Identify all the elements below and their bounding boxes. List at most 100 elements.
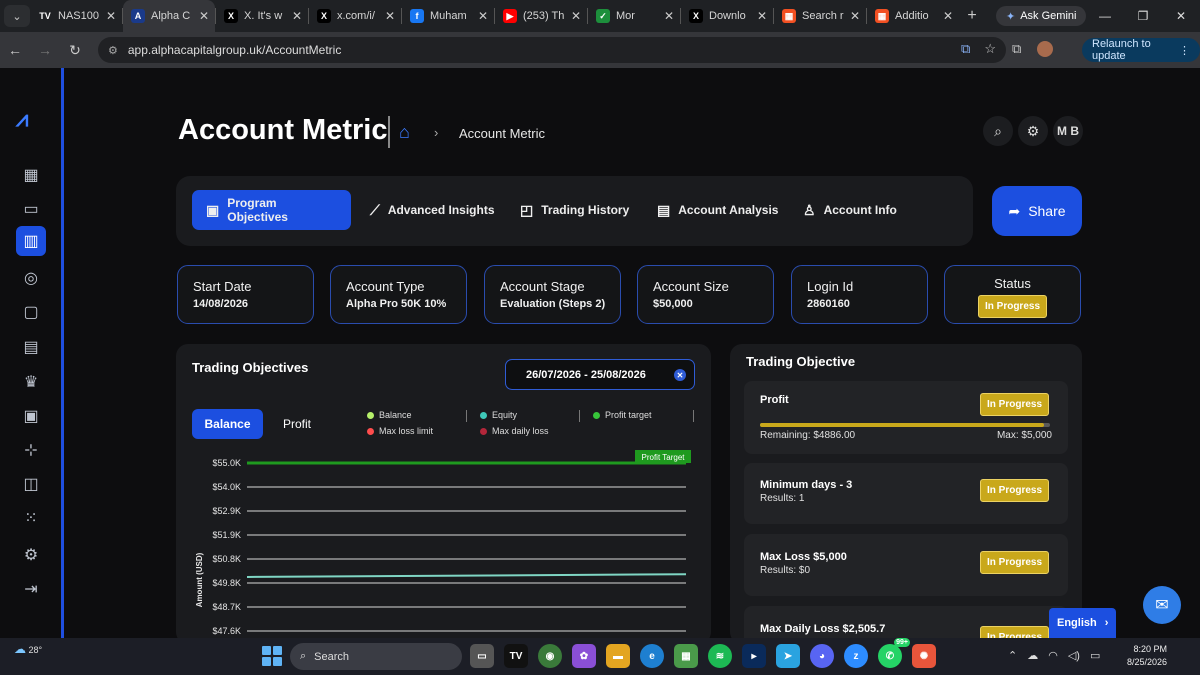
discord-icon[interactable]: ◕ — [810, 644, 834, 668]
info-card-label: Account Type — [346, 279, 425, 294]
forward-arrow-icon[interactable]: → — [30, 42, 60, 58]
tools-icon[interactable]: ◫ — [18, 471, 44, 497]
battery-icon[interactable]: ▭ — [1090, 649, 1100, 662]
profit-progress-bar — [760, 423, 1050, 427]
close-tab-icon[interactable]: ✕ — [757, 9, 767, 23]
program-tab[interactable]: ◰ Trading History — [506, 190, 643, 230]
dashboard-grid-icon[interactable]: ▦ — [18, 162, 44, 188]
browser-tab[interactable]: ✓ Mor ✕ — [588, 0, 680, 32]
weather-widget[interactable]: ☁ 28° — [14, 642, 42, 656]
browser-tab[interactable]: X X. It's w ✕ — [216, 0, 308, 32]
back-arrow-icon[interactable]: ← — [0, 42, 30, 58]
share-button[interactable]: ➦ Share — [992, 186, 1082, 236]
info-card: Login Id 2860160 — [791, 265, 928, 324]
gear-icon[interactable]: ⚙ — [1018, 116, 1048, 146]
powerautomate-icon[interactable]: ▸ — [742, 644, 766, 668]
app-snowflake-icon[interactable]: ✺ — [912, 644, 936, 668]
trophy-icon[interactable]: ♛ — [18, 369, 44, 395]
coins-icon[interactable]: ◎ — [18, 265, 44, 291]
tab-favicon-icon: X — [224, 9, 238, 23]
tab-favicon-glyph: ✓ — [599, 10, 607, 21]
taskbar-clock[interactable]: 8:20 PM 8/25/2026 — [1122, 643, 1167, 669]
volume-icon[interactable]: ◁) — [1068, 649, 1080, 662]
close-tab-icon[interactable]: ✕ — [850, 9, 860, 23]
copilot-icon[interactable]: ✿ — [572, 644, 596, 668]
search-icon[interactable]: ⌕ — [983, 116, 1013, 146]
whatsapp-icon[interactable]: ✆ 99+ — [878, 638, 910, 668]
install-app-icon[interactable]: ⧉ — [961, 41, 970, 57]
taskbar-search-placeholder: Search — [314, 650, 350, 663]
telegram-icon[interactable]: ➤ — [776, 644, 800, 668]
ask-gemini-button[interactable]: ✦ Ask Gemini — [996, 6, 1087, 26]
browser-tab[interactable]: Xx.com/i/ ✕ — [309, 0, 401, 32]
close-tab-icon[interactable]: ✕ — [106, 9, 116, 23]
close-tab-icon[interactable]: ✕ — [571, 9, 581, 23]
certificate-icon[interactable]: ▤ — [18, 334, 44, 360]
wallet-icon[interactable]: ▢ — [18, 299, 44, 325]
close-tab-icon[interactable]: ✕ — [478, 9, 488, 23]
more-menu-icon[interactable]: ⋮ — [1179, 44, 1190, 57]
close-tab-icon[interactable]: ✕ — [943, 9, 953, 23]
restore-icon[interactable]: ❐ — [1124, 0, 1162, 32]
chat-icon: ✉ — [1155, 597, 1169, 614]
info-card-label: Login Id — [807, 279, 854, 294]
bookmark-star-icon[interactable]: ☆ — [984, 41, 996, 57]
alpha-logo-icon[interactable]: ⩘ — [16, 106, 28, 132]
windows-start-icon[interactable] — [262, 646, 282, 666]
program-tab[interactable]: ▣ Program Objectives — [192, 190, 351, 230]
chrome-icon[interactable]: ◉ — [538, 644, 562, 668]
tradingview-icon[interactable]: TV — [504, 644, 528, 668]
support-chat-button[interactable]: ✉ — [1143, 586, 1181, 624]
tab-title: Additio — [895, 10, 929, 22]
close-tab-icon[interactable]: ✕ — [292, 9, 302, 23]
apps-grid-icon[interactable]: ⁙ — [18, 505, 44, 531]
task-view-icon[interactable]: ▭ — [470, 644, 494, 668]
zoom-icon[interactable]: z — [844, 644, 868, 668]
taskbar-search[interactable]: ⌕ Search — [290, 643, 462, 670]
browser-tab[interactable]: ▦ Search r ✕ — [774, 0, 866, 32]
file-explorer-icon[interactable]: ▬ — [606, 644, 630, 668]
account-metric-icon[interactable]: ▥ — [16, 226, 46, 256]
language-selector[interactable]: English › — [1049, 608, 1117, 638]
reload-icon[interactable]: ↻ — [60, 42, 90, 59]
clock-time: 8:20 PM — [1133, 644, 1167, 654]
close-tab-icon[interactable]: ✕ — [385, 9, 395, 23]
profile-avatar-icon[interactable] — [1037, 41, 1054, 57]
program-tab[interactable]: ⟋ Advanced Insights — [356, 190, 509, 230]
new-tab-button[interactable]: + — [959, 7, 985, 25]
spotify-icon[interactable]: ≋ — [708, 644, 732, 668]
tab-search-chevron-icon[interactable]: ⌄ — [4, 5, 30, 27]
onedrive-icon[interactable]: ☁ — [1027, 649, 1038, 662]
browser-tab[interactable]: ▦ Additio ✕ — [867, 0, 959, 32]
program-tab[interactable]: ♙ Account Info — [789, 190, 911, 230]
logout-icon[interactable]: ⇥ — [18, 576, 44, 602]
browser-tab[interactable]: ▶ (253) Th ✕ — [495, 0, 587, 32]
close-tab-icon[interactable]: ✕ — [199, 9, 209, 23]
calculator-icon[interactable]: ▣ — [18, 403, 44, 429]
avatar[interactable]: M B — [1053, 116, 1083, 146]
video-monitor-icon[interactable]: ▭ — [18, 196, 44, 222]
close-window-icon[interactable]: ✕ — [1162, 0, 1200, 32]
url-bar[interactable]: ⚙ app.alphacapitalgroup.uk/AccountMetric… — [98, 37, 1006, 63]
program-tab[interactable]: ▤ Account Analysis — [643, 190, 792, 230]
browser-tab[interactable]: A Alpha C ✕ — [123, 0, 215, 32]
status-badge: In Progress — [980, 393, 1050, 416]
relaunch-to-update-button[interactable]: Relaunch to update ⋮ — [1082, 38, 1200, 62]
browser-tab[interactable]: X Downlo ✕ — [681, 0, 773, 32]
close-tab-icon[interactable]: ✕ — [664, 9, 674, 23]
info-card-value: Alpha Pro 50K 10% — [346, 298, 447, 310]
edge-icon[interactable]: e — [640, 644, 664, 668]
home-icon[interactable]: ⌂ — [399, 122, 410, 143]
tab-favicon-icon: ▦ — [782, 9, 796, 23]
tray-chevron-up-icon[interactable]: ⌃ — [1008, 649, 1017, 662]
wifi-icon[interactable]: ◠ — [1048, 649, 1058, 662]
objective-name: Profit — [760, 394, 789, 406]
browser-tab[interactable]: TV NAS100 ✕ — [30, 0, 122, 32]
extensions-puzzle-icon[interactable]: ⧉ — [1012, 41, 1021, 57]
site-info-icon[interactable]: ⚙ — [108, 44, 118, 57]
network-icon[interactable]: ⊹ — [18, 437, 44, 463]
settings-gear-icon[interactable]: ⚙ — [18, 542, 44, 568]
store-icon[interactable]: ▦ — [674, 644, 698, 668]
browser-tab[interactable]: f Muham ✕ — [402, 0, 494, 32]
minimize-icon[interactable]: — — [1086, 0, 1124, 32]
